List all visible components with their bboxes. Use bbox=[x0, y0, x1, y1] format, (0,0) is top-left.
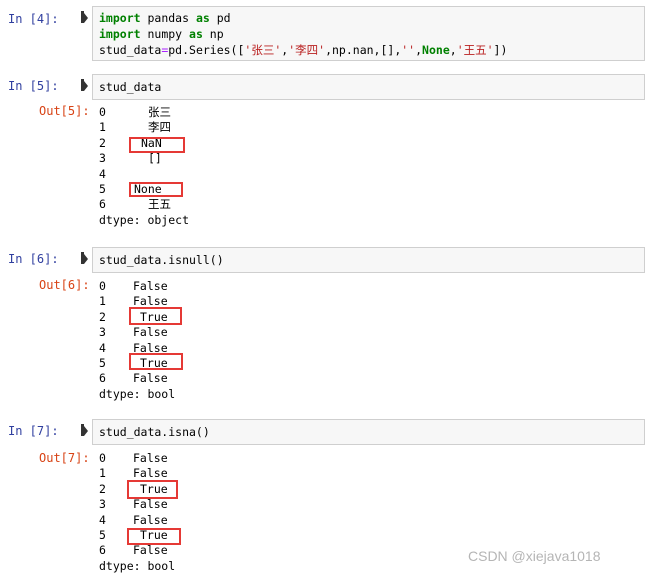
output-index: 6 bbox=[99, 371, 106, 386]
code-token: None bbox=[422, 43, 450, 57]
output-value: False bbox=[133, 543, 168, 558]
output-value: False bbox=[133, 371, 168, 386]
output-index: 0 bbox=[99, 451, 106, 465]
output-value: False bbox=[133, 451, 168, 465]
cell-4-in-prompt: In [4]: bbox=[8, 12, 59, 26]
cell-6-out-prompt: Out[6]: bbox=[39, 278, 90, 292]
cell-6-code[interactable]: stud_data.isnull() bbox=[99, 252, 224, 268]
output-value: False bbox=[133, 497, 168, 512]
output-index: 3 bbox=[99, 325, 106, 340]
code-line[interactable]: import pandas as pd bbox=[99, 10, 507, 26]
output-value: False bbox=[133, 279, 168, 293]
output-index: 6 bbox=[99, 543, 106, 558]
output-index: 3 bbox=[99, 497, 106, 512]
cell-4-run-icon[interactable] bbox=[81, 11, 88, 23]
cell-7-code-editor[interactable]: stud_data.isna() bbox=[92, 419, 645, 445]
output-dtype: dtype: object bbox=[99, 212, 190, 227]
cell-5-code-editor[interactable]: stud_data bbox=[92, 74, 645, 100]
code-token: pandas bbox=[140, 11, 196, 25]
code-token: ,np.nan,[], bbox=[325, 43, 402, 57]
cell-5-run-icon[interactable] bbox=[81, 79, 88, 91]
cell-4-code[interactable]: import pandas as pd import numpy as np stu… bbox=[99, 10, 507, 58]
code-token: import bbox=[99, 11, 141, 25]
code-token: , bbox=[415, 43, 423, 57]
cell-6-in-prompt: In [6]: bbox=[8, 252, 59, 266]
output-index: 0 bbox=[99, 279, 106, 293]
code-token: as bbox=[195, 11, 210, 25]
output-value: 张三 bbox=[148, 105, 171, 119]
output-index: 5 bbox=[99, 182, 106, 196]
cell-7-out-prompt: Out[7]: bbox=[39, 451, 90, 465]
csdn-watermark: CSDN @xiejava1018 bbox=[468, 548, 601, 564]
cell-6-code-editor[interactable]: stud_data.isnull() bbox=[92, 247, 645, 273]
output-dtype: dtype: bool bbox=[99, 386, 176, 401]
code-token: numpy bbox=[140, 27, 190, 41]
output-index: 4 bbox=[99, 512, 106, 527]
cell-7-in-prompt: In [7]: bbox=[8, 424, 59, 438]
code-line[interactable]: import numpy as np bbox=[99, 26, 507, 42]
output-index: 5 bbox=[99, 356, 106, 370]
output-index: 3 bbox=[99, 151, 106, 166]
output-index: 1 bbox=[99, 294, 106, 309]
cell-4-code-editor[interactable]: import pandas as pd import numpy as np stu… bbox=[92, 6, 645, 61]
output-index: 4 bbox=[99, 340, 106, 355]
highlight-box-true-5 bbox=[127, 528, 181, 545]
cell-6-run-icon[interactable] bbox=[81, 252, 88, 264]
code-token: '李四' bbox=[288, 43, 326, 57]
output-value: 王五 bbox=[148, 197, 171, 212]
highlight-box-true-2 bbox=[129, 307, 182, 325]
code-token: '' bbox=[401, 43, 416, 57]
cell-7-code[interactable]: stud_data.isna() bbox=[99, 424, 210, 440]
highlight-box-true-2 bbox=[127, 480, 178, 499]
code-token: pd bbox=[209, 11, 231, 25]
code-token: '张三' bbox=[244, 43, 282, 57]
cell-7-run-icon[interactable] bbox=[81, 424, 88, 436]
output-index: 0 bbox=[99, 105, 106, 119]
output-dtype: dtype: bool bbox=[99, 558, 176, 573]
cell-5-code[interactable]: stud_data bbox=[99, 79, 161, 95]
code-line[interactable]: stud_data=pd.Series(['张三','李四',np.nan,[]… bbox=[99, 42, 507, 58]
output-value: [] bbox=[148, 151, 162, 166]
output-index: 4 bbox=[99, 166, 106, 181]
highlight-box-nan bbox=[129, 137, 185, 153]
code-token: , bbox=[449, 43, 457, 57]
highlight-box-true-5 bbox=[129, 353, 183, 370]
code-token: pd.Series([ bbox=[168, 43, 245, 57]
output-value: False bbox=[133, 325, 168, 340]
output-index: 5 bbox=[99, 528, 106, 542]
output-index: 1 bbox=[99, 466, 106, 481]
output-value: False bbox=[133, 512, 168, 527]
code-token: np bbox=[202, 27, 224, 41]
code-token: import bbox=[99, 27, 141, 41]
highlight-box-none bbox=[129, 182, 183, 197]
output-value: 李四 bbox=[148, 120, 171, 135]
cell-5-out-prompt: Out[5]: bbox=[39, 104, 90, 118]
code-token: as bbox=[189, 27, 203, 41]
output-index: 1 bbox=[99, 120, 106, 135]
cell-5-in-prompt: In [5]: bbox=[8, 79, 59, 93]
output-index: 6 bbox=[99, 197, 106, 212]
output-index: 2 bbox=[99, 309, 106, 324]
output-index: 2 bbox=[99, 481, 106, 496]
code-token: ]) bbox=[493, 43, 508, 57]
output-index: 2 bbox=[99, 135, 106, 150]
code-token: stud_data bbox=[99, 43, 162, 57]
code-token: '王五' bbox=[456, 43, 494, 57]
